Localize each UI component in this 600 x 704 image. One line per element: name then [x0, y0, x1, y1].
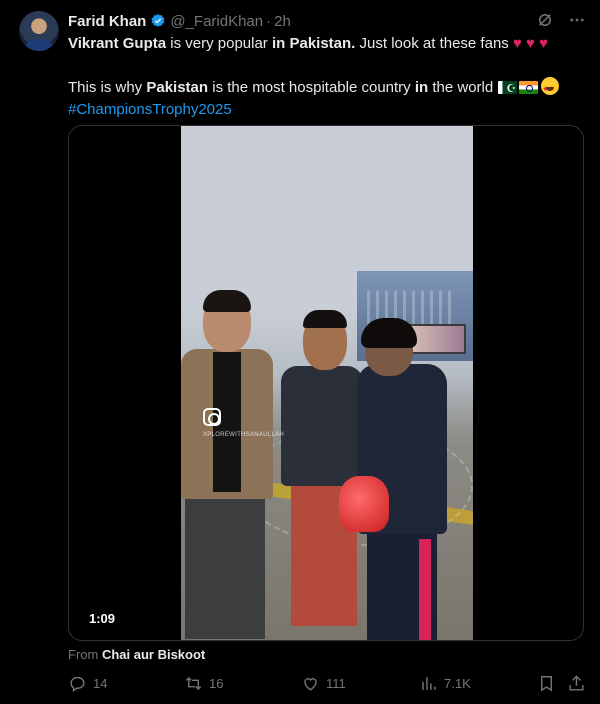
source-name-link[interactable]: Chai aur Biskoot: [102, 647, 205, 662]
text-segment: Just look at these fans: [355, 35, 513, 52]
video-player[interactable]: XPLOREWITHSANAULLAH 1:09: [68, 125, 584, 641]
like-count: 111: [326, 676, 346, 691]
reply-button[interactable]: 14: [68, 674, 107, 693]
tweet-line-3: #ChampionsTrophy2025: [68, 99, 588, 121]
text-segment: the world: [428, 79, 498, 96]
video-timecode: 1:09: [89, 611, 116, 626]
tweet-line-1: Vikrant Gupta is very popular in Pakista…: [68, 33, 588, 55]
reply-count: 14: [93, 676, 108, 691]
video-watermark: XPLOREWITHSANAULLAH: [203, 432, 285, 438]
text-bold: Pakistan: [146, 79, 209, 96]
share-icon: [569, 675, 584, 691]
text-segment: This is why: [68, 79, 147, 96]
text-segment: is the most hospitable country: [208, 79, 415, 96]
more-icon[interactable]: [568, 11, 586, 29]
bookmark-icon: [541, 676, 552, 692]
tweet[interactable]: Farid Khan @_FaridKhan · 2h Vikrant Gupt…: [0, 0, 600, 704]
hashtag-link[interactable]: #ChampionsTrophy2025: [68, 101, 232, 118]
reply-icon: [70, 676, 85, 693]
timestamp[interactable]: 2h: [274, 13, 291, 30]
instagram-icon: [203, 408, 221, 426]
like-icon: [304, 678, 317, 691]
like-button[interactable]: 111: [301, 674, 346, 693]
repost-count: 16: [209, 676, 224, 691]
source-prefix: From: [68, 647, 102, 662]
author-name[interactable]: Farid Khan: [68, 13, 146, 30]
repost-icon: [185, 676, 202, 691]
video-source: From Chai aur Biskoot: [68, 647, 205, 662]
repost-button[interactable]: 16: [184, 674, 223, 693]
india-flag-emoji: [519, 81, 539, 94]
video-frame[interactable]: XPLOREWITHSANAULLAH: [181, 126, 473, 640]
action-bar: 14 16 111 7.1K: [0, 674, 600, 698]
heart-emoji: ♥ ♥ ♥: [512, 35, 549, 52]
bookmark-button[interactable]: [537, 674, 556, 693]
author-handle[interactable]: @_FaridKhan: [170, 13, 263, 30]
share-button[interactable]: [567, 674, 586, 693]
tweet-text: Vikrant Gupta is very popular in Pakista…: [68, 33, 588, 121]
text-bold: in: [414, 79, 429, 96]
views-button[interactable]: 7.1K: [419, 674, 471, 693]
red-bag: [339, 476, 389, 532]
avatar[interactable]: [19, 11, 59, 51]
views-icon: [422, 677, 436, 690]
mention-bold: Vikrant Gupta: [68, 35, 167, 52]
text-segment: is very popular: [166, 35, 272, 52]
tweet-header: Farid Khan @_FaridKhan · 2h: [68, 12, 291, 30]
separator: ·: [266, 12, 272, 30]
views-count: 7.1K: [444, 676, 471, 691]
grok-icon[interactable]: [536, 11, 554, 29]
tweet-line-2: This is why Pakistan is the most hospita…: [68, 77, 588, 101]
verified-badge-icon: [150, 13, 166, 29]
top-right-actions: [536, 11, 586, 29]
star-struck-emoji: [541, 77, 560, 101]
text-bold: in Pakistan.: [271, 35, 356, 52]
pakistan-flag-emoji: [498, 78, 518, 100]
